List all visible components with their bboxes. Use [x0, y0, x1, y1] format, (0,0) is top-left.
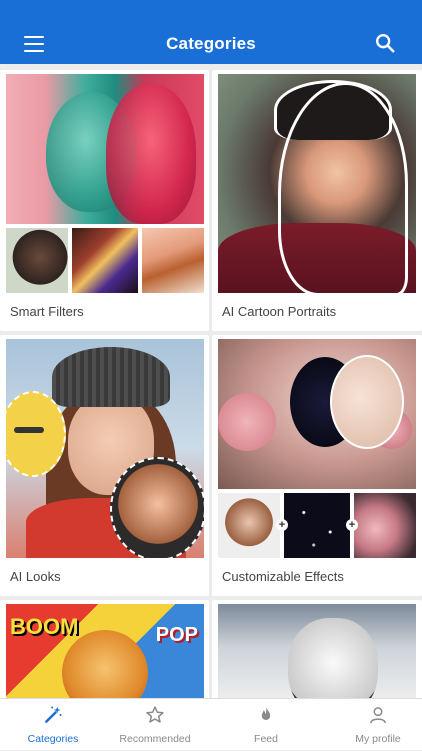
plus-icon: + — [276, 519, 288, 531]
preview-image — [218, 604, 416, 698]
flame-icon — [261, 706, 271, 720]
category-label: AI Cartoon Portraits — [222, 304, 337, 319]
card-media — [6, 339, 204, 558]
category-card-bw-art[interactable] — [212, 600, 422, 698]
category-label: AI Looks — [10, 569, 61, 584]
category-label: Smart Filters — [10, 304, 84, 319]
nav-label: Feed — [254, 733, 278, 745]
category-card-pop-art[interactable]: BOOM POP — [0, 600, 209, 698]
category-card-smart-filters[interactable]: Smart Filters — [0, 70, 209, 331]
category-grid: Smart Filters AI Cartoon Portraits AI Lo… — [0, 70, 422, 698]
thumbnail-image — [284, 493, 350, 558]
search-icon[interactable] — [374, 32, 396, 54]
category-card-ai-looks[interactable]: AI Looks — [0, 335, 209, 596]
thumbnail-image — [142, 228, 204, 293]
preview-image — [218, 74, 416, 293]
preview-image — [218, 339, 416, 489]
card-media: + + — [218, 339, 416, 558]
cartoon-avatar-image — [110, 457, 204, 558]
thumbnail-image — [218, 493, 280, 558]
page-title: Categories — [166, 34, 256, 53]
card-media — [218, 604, 416, 698]
nav-feed[interactable]: Feed — [213, 699, 319, 751]
nav-label: My profile — [355, 733, 401, 745]
nav-label: Categories — [27, 733, 79, 745]
comic-text: BOOM — [10, 614, 79, 639]
nav-categories[interactable]: Categories — [0, 699, 106, 751]
card-media — [6, 74, 204, 293]
bottom-navigation: Categories Recommended Feed My profile — [0, 698, 422, 750]
thumbnail-image — [72, 228, 138, 293]
nav-my-profile[interactable]: My profile — [325, 699, 422, 751]
preview-image: BOOM POP — [6, 604, 204, 698]
comic-text: POP — [155, 624, 198, 646]
card-media: BOOM POP — [6, 604, 204, 698]
star-icon — [146, 706, 164, 723]
thumbnail-image — [354, 493, 416, 558]
nav-label: Recommended — [119, 733, 191, 745]
category-label: Customizable Effects — [222, 569, 344, 584]
profile-icon — [370, 707, 386, 724]
card-media — [218, 74, 416, 293]
nav-recommended[interactable]: Recommended — [102, 699, 208, 751]
category-card-customizable-effects[interactable]: + + Customizable Effects — [212, 335, 422, 596]
top-app-bar: Categories — [0, 0, 422, 64]
thumbnail-image — [6, 228, 68, 293]
preview-image — [6, 339, 204, 558]
magic-wand-icon — [45, 706, 62, 723]
category-card-ai-cartoon-portraits[interactable]: AI Cartoon Portraits — [212, 70, 422, 331]
plus-icon: + — [346, 519, 358, 531]
preview-image — [6, 74, 204, 224]
